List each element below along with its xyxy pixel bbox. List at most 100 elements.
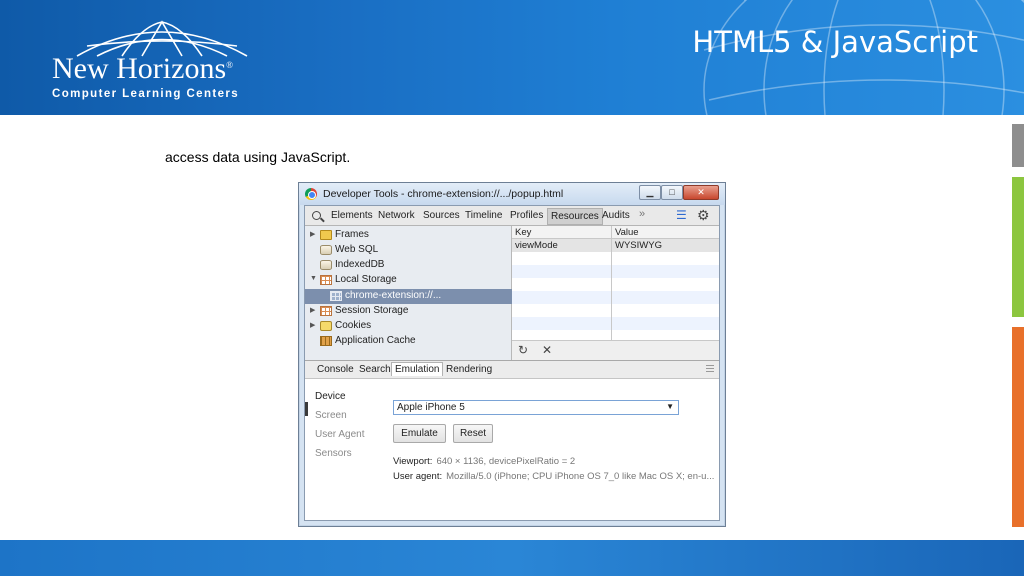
chevron-down-icon: ▼ — [666, 402, 674, 411]
logo-tagline: Computer Learning Centers — [52, 88, 240, 100]
user-agent-value: Mozilla/5.0 (iPhone; CPU iPhone OS 7_0 l… — [446, 471, 715, 482]
tab-resources[interactable]: Resources — [547, 208, 603, 225]
viewport-info: Viewport: 640 × 1136, devicePixelRatio = … — [393, 456, 575, 467]
table-header: Key Value — [512, 226, 719, 239]
column-divider[interactable] — [611, 226, 612, 340]
window-title: Developer Tools - chrome-extension://...… — [323, 188, 564, 200]
sidebar-item-label: Session Storage — [335, 305, 409, 316]
slide-title: HTML5 & JavaScript — [692, 25, 978, 59]
tab-elements[interactable]: Elements — [331, 210, 373, 221]
devtools-panel: Elements Network Sources Timeline Profil… — [304, 205, 720, 521]
chrome-icon — [305, 188, 317, 200]
storage-table-toolbar: ↻ ✕ — [512, 340, 719, 360]
tab-search[interactable]: Search — [359, 364, 391, 375]
emulate-button[interactable]: Emulate — [393, 424, 446, 443]
storage-table: Key Value viewMode WYSIWYG — [512, 226, 719, 340]
gear-icon[interactable]: ⚙ — [697, 207, 710, 224]
tab-audits[interactable]: Audits — [602, 210, 630, 221]
inspect-search-icon[interactable] — [312, 211, 321, 220]
grid-icon — [330, 291, 342, 301]
sidebar-item-label: IndexedDB — [335, 259, 385, 270]
database-icon — [320, 260, 332, 270]
sidebar-item-web-sql[interactable]: Web SQL — [305, 243, 512, 258]
close-button[interactable]: ✕ — [683, 185, 719, 200]
tab-rendering[interactable]: Rendering — [446, 364, 492, 375]
device-select[interactable]: Apple iPhone 5 ▼ — [393, 400, 679, 415]
new-horizons-logo: New Horizons® Computer Learning Centers — [50, 18, 280, 100]
sidebar-item-cookies[interactable]: ▶ Cookies — [305, 319, 512, 334]
accent-bar-orange — [1012, 327, 1024, 527]
more-tabs-icon[interactable]: » — [639, 208, 645, 220]
grid-icon — [320, 275, 332, 285]
table-cell-key: viewMode — [515, 240, 558, 251]
table-row[interactable]: viewMode WYSIWYG — [512, 239, 719, 252]
logo-registered-mark: ® — [226, 60, 233, 70]
tab-sources[interactable]: Sources — [423, 210, 460, 221]
sidebar-item-application-cache[interactable]: Application Cache — [305, 334, 512, 349]
sidebar-item-label: Local Storage — [335, 274, 397, 285]
sidebar-item-frames[interactable]: ▶ Frames — [305, 228, 512, 243]
delete-icon[interactable]: ✕ — [542, 343, 552, 357]
refresh-icon[interactable]: ↻ — [518, 343, 528, 357]
expand-arrow-icon[interactable]: ▶ — [310, 230, 315, 238]
collapse-arrow-icon[interactable]: ▼ — [310, 275, 317, 282]
sidebar-item-label: chrome-extension://... — [345, 290, 442, 301]
minimize-button[interactable]: ▁ — [639, 185, 661, 200]
user-agent-info: User agent: Mozilla/5.0 (iPhone; CPU iPho… — [393, 471, 714, 482]
slide: New Horizons® Computer Learning Centers … — [0, 0, 1024, 576]
table-row-empty — [512, 265, 719, 278]
logo-name: New Horizons — [52, 52, 227, 85]
sidebar-item-label: Cookies — [335, 320, 372, 331]
sidebar-item-indexeddb[interactable]: IndexedDB — [305, 258, 512, 273]
table-row-empty — [512, 278, 719, 291]
footer-banner — [0, 540, 1024, 576]
nav-screen[interactable]: Screen — [315, 410, 347, 421]
nav-sensors[interactable]: Sensors — [315, 448, 352, 459]
sidebar-item-local-storage[interactable]: ▼ Local Storage — [305, 273, 512, 288]
tab-network[interactable]: Network — [378, 210, 415, 221]
table-row-empty — [512, 317, 719, 330]
devtools-toolbar: Elements Network Sources Timeline Profil… — [305, 206, 719, 226]
sidebar-item-session-storage[interactable]: ▶ Session Storage — [305, 304, 512, 319]
column-header-key[interactable]: Key — [515, 227, 531, 238]
nav-device[interactable]: Device — [315, 391, 346, 402]
emulation-nav: Device Screen User Agent Sensors — [305, 379, 385, 520]
drawer-menu-icon[interactable] — [706, 365, 714, 372]
folder-icon — [320, 230, 332, 240]
show-drawer-icon[interactable]: ☰ — [676, 208, 687, 222]
tab-profiles[interactable]: Profiles — [510, 210, 543, 221]
tab-emulation[interactable]: Emulation — [391, 362, 444, 376]
sidebar-item-label: Application Cache — [335, 335, 416, 346]
database-icon — [320, 245, 332, 255]
active-indicator — [305, 402, 308, 416]
cache-icon — [320, 336, 332, 346]
tab-console[interactable]: Console — [317, 364, 354, 375]
viewport-value: 640 × 1136, devicePixelRatio = 2 — [436, 456, 576, 467]
column-header-value[interactable]: Value — [615, 227, 639, 238]
reset-button[interactable]: Reset — [453, 424, 493, 443]
maximize-button[interactable]: □ — [661, 185, 683, 200]
table-row-empty — [512, 304, 719, 317]
accent-bar-gray — [1012, 124, 1024, 167]
sidebar-item-label: Frames — [335, 229, 369, 240]
expand-arrow-icon[interactable]: ▶ — [310, 306, 315, 314]
slide-caption: access data using JavaScript. — [165, 149, 351, 165]
table-row-empty — [512, 252, 719, 265]
tab-timeline[interactable]: Timeline — [465, 210, 502, 221]
header-banner: New Horizons® Computer Learning Centers … — [0, 0, 1024, 115]
viewport-label: Viewport: — [393, 456, 433, 467]
sidebar-item-label: Web SQL — [335, 244, 379, 255]
nav-user-agent[interactable]: User Agent — [315, 429, 364, 440]
resources-sidebar: ▶ Frames Web SQL IndexedDB ▼ Local Stora… — [305, 226, 512, 360]
window-titlebar[interactable]: Developer Tools - chrome-extension://...… — [299, 183, 725, 205]
user-agent-label: User agent: — [393, 471, 443, 482]
sidebar-item-chrome-extension[interactable]: chrome-extension://... — [305, 289, 512, 304]
device-select-value: Apple iPhone 5 — [397, 402, 465, 413]
table-row-empty — [512, 291, 719, 304]
drawer-tab-bar: Console Search Emulation Rendering — [305, 360, 719, 379]
devtools-window: Developer Tools - chrome-extension://...… — [298, 182, 726, 527]
accent-bar-green — [1012, 177, 1024, 317]
grid-icon — [320, 306, 332, 316]
table-cell-value: WYSIWYG — [615, 240, 662, 251]
expand-arrow-icon[interactable]: ▶ — [310, 321, 315, 329]
